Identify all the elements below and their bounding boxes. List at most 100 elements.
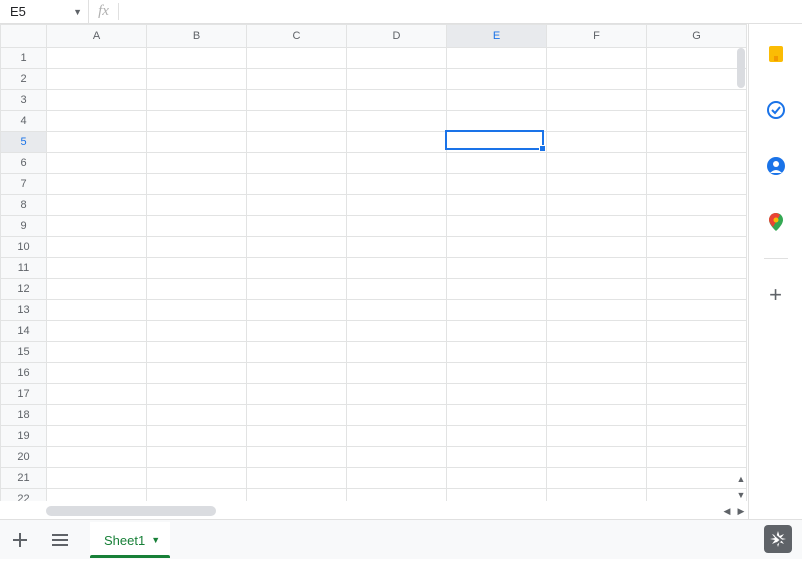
cell-B21[interactable] xyxy=(147,468,247,489)
cell-D15[interactable] xyxy=(347,342,447,363)
cell-F8[interactable] xyxy=(547,195,647,216)
formula-input[interactable] xyxy=(119,0,802,23)
cell-F3[interactable] xyxy=(547,90,647,111)
cell-G19[interactable] xyxy=(647,426,747,447)
row-header-4[interactable]: 4 xyxy=(1,111,47,132)
cell-E8[interactable] xyxy=(447,195,547,216)
cell-D18[interactable] xyxy=(347,405,447,426)
cell-C8[interactable] xyxy=(247,195,347,216)
cell-A11[interactable] xyxy=(47,258,147,279)
cell-B1[interactable] xyxy=(147,48,247,69)
cell-D16[interactable] xyxy=(347,363,447,384)
cell-A3[interactable] xyxy=(47,90,147,111)
cell-F1[interactable] xyxy=(547,48,647,69)
cell-A14[interactable] xyxy=(47,321,147,342)
cell-D1[interactable] xyxy=(347,48,447,69)
cell-F22[interactable] xyxy=(547,489,647,502)
cell-B10[interactable] xyxy=(147,237,247,258)
cell-B6[interactable] xyxy=(147,153,247,174)
cell-G16[interactable] xyxy=(647,363,747,384)
cell-C1[interactable] xyxy=(247,48,347,69)
cell-B22[interactable] xyxy=(147,489,247,502)
vertical-scrollbar-thumb[interactable] xyxy=(737,48,745,88)
cell-G5[interactable] xyxy=(647,132,747,153)
scroll-down-button[interactable]: ▼ xyxy=(734,487,748,503)
cell-D11[interactable] xyxy=(347,258,447,279)
cell-C17[interactable] xyxy=(247,384,347,405)
cell-D17[interactable] xyxy=(347,384,447,405)
cell-D22[interactable] xyxy=(347,489,447,502)
cell-E11[interactable] xyxy=(447,258,547,279)
cell-B13[interactable] xyxy=(147,300,247,321)
dropdown-arrow-icon[interactable]: ▼ xyxy=(151,535,160,545)
cell-B2[interactable] xyxy=(147,69,247,90)
column-header-D[interactable]: D xyxy=(347,25,447,48)
cell-F10[interactable] xyxy=(547,237,647,258)
cell-A13[interactable] xyxy=(47,300,147,321)
sheet-tab-sheet1[interactable]: Sheet1 ▼ xyxy=(90,522,170,558)
cell-D19[interactable] xyxy=(347,426,447,447)
cell-E10[interactable] xyxy=(447,237,547,258)
cell-F9[interactable] xyxy=(547,216,647,237)
cell-C10[interactable] xyxy=(247,237,347,258)
cell-C4[interactable] xyxy=(247,111,347,132)
maps-icon[interactable] xyxy=(766,212,786,232)
row-header-19[interactable]: 19 xyxy=(1,426,47,447)
cell-A1[interactable] xyxy=(47,48,147,69)
cell-G4[interactable] xyxy=(647,111,747,132)
row-header-11[interactable]: 11 xyxy=(1,258,47,279)
cell-A7[interactable] xyxy=(47,174,147,195)
select-all-corner[interactable] xyxy=(1,25,47,48)
scroll-left-button[interactable]: ◀ xyxy=(720,503,734,519)
cell-A15[interactable] xyxy=(47,342,147,363)
cell-C20[interactable] xyxy=(247,447,347,468)
cell-A16[interactable] xyxy=(47,363,147,384)
cell-C5[interactable] xyxy=(247,132,347,153)
cell-G6[interactable] xyxy=(647,153,747,174)
cell-B17[interactable] xyxy=(147,384,247,405)
row-header-21[interactable]: 21 xyxy=(1,468,47,489)
cell-D14[interactable] xyxy=(347,321,447,342)
cell-D4[interactable] xyxy=(347,111,447,132)
cell-D8[interactable] xyxy=(347,195,447,216)
vertical-scrollbar[interactable] xyxy=(734,48,748,487)
cell-F12[interactable] xyxy=(547,279,647,300)
cell-E5[interactable] xyxy=(447,132,547,153)
cell-C9[interactable] xyxy=(247,216,347,237)
cell-C2[interactable] xyxy=(247,69,347,90)
cell-F20[interactable] xyxy=(547,447,647,468)
cell-G1[interactable] xyxy=(647,48,747,69)
row-header-8[interactable]: 8 xyxy=(1,195,47,216)
row-header-1[interactable]: 1 xyxy=(1,48,47,69)
cell-E2[interactable] xyxy=(447,69,547,90)
cell-A4[interactable] xyxy=(47,111,147,132)
cell-C19[interactable] xyxy=(247,426,347,447)
cell-E21[interactable] xyxy=(447,468,547,489)
cell-C18[interactable] xyxy=(247,405,347,426)
cell-A2[interactable] xyxy=(47,69,147,90)
cell-C15[interactable] xyxy=(247,342,347,363)
tasks-icon[interactable] xyxy=(766,100,786,120)
cell-E17[interactable] xyxy=(447,384,547,405)
scroll-up-button[interactable]: ▲ xyxy=(734,471,748,487)
cell-D2[interactable] xyxy=(347,69,447,90)
cell-F18[interactable] xyxy=(547,405,647,426)
cell-B5[interactable] xyxy=(147,132,247,153)
cell-B18[interactable] xyxy=(147,405,247,426)
cell-E19[interactable] xyxy=(447,426,547,447)
cell-F21[interactable] xyxy=(547,468,647,489)
row-header-7[interactable]: 7 xyxy=(1,174,47,195)
cell-E15[interactable] xyxy=(447,342,547,363)
cell-A22[interactable] xyxy=(47,489,147,502)
cell-D7[interactable] xyxy=(347,174,447,195)
cell-B16[interactable] xyxy=(147,363,247,384)
cell-C11[interactable] xyxy=(247,258,347,279)
cell-D13[interactable] xyxy=(347,300,447,321)
cell-G15[interactable] xyxy=(647,342,747,363)
row-header-6[interactable]: 6 xyxy=(1,153,47,174)
cell-G18[interactable] xyxy=(647,405,747,426)
row-header-13[interactable]: 13 xyxy=(1,300,47,321)
name-box[interactable]: E5 ▼ xyxy=(0,0,88,23)
cell-D21[interactable] xyxy=(347,468,447,489)
cell-G20[interactable] xyxy=(647,447,747,468)
